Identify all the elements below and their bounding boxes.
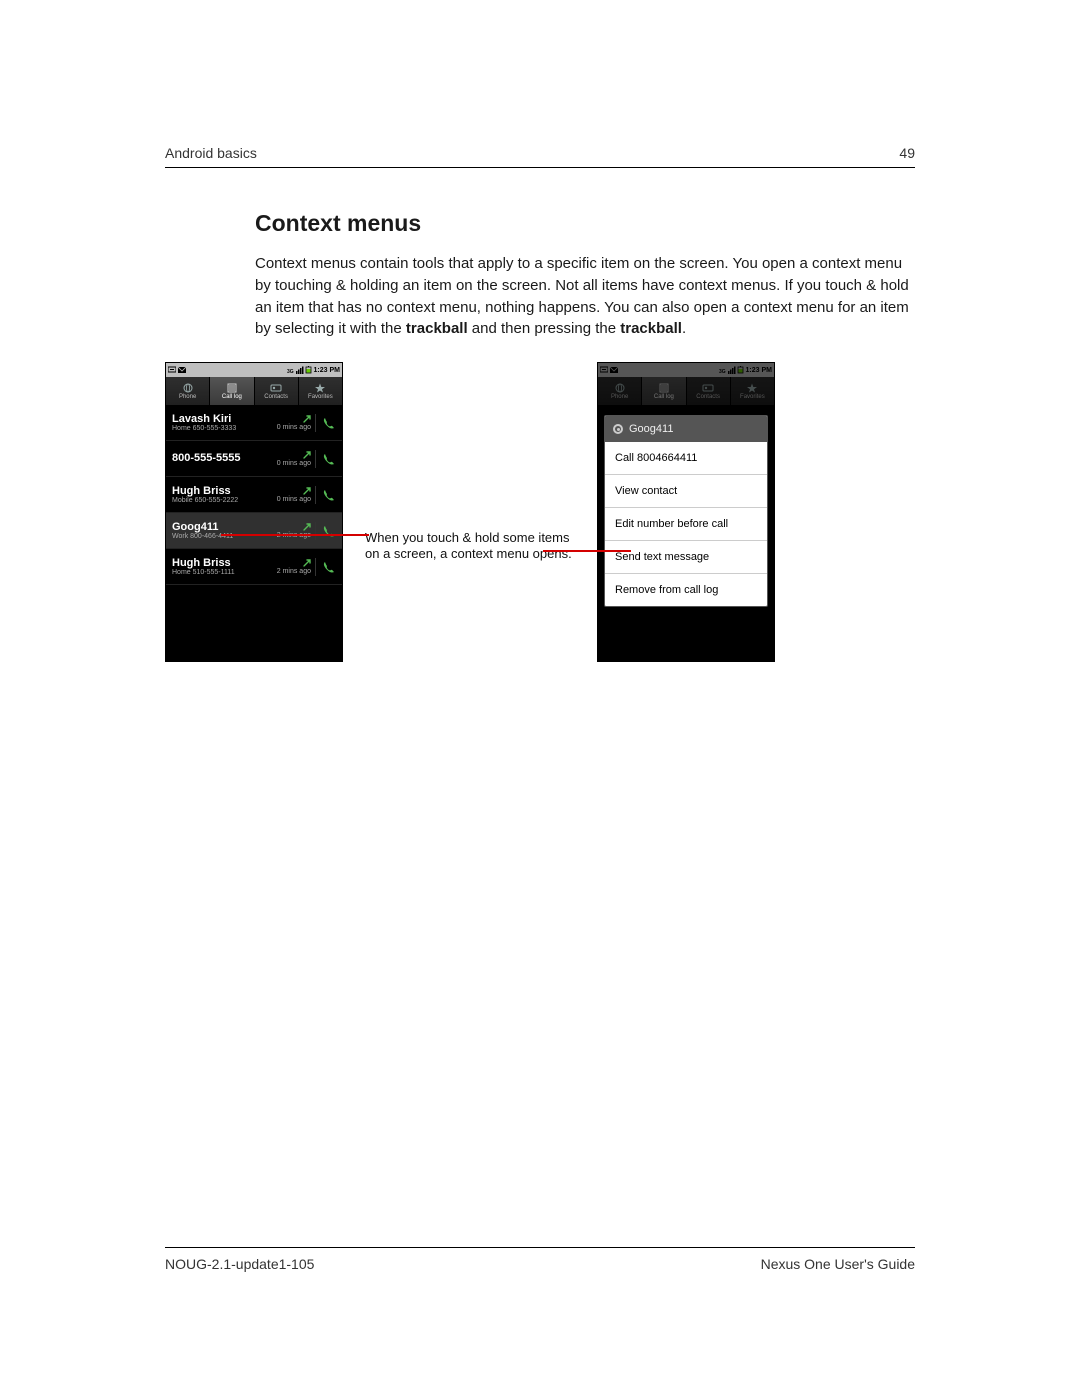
task-icon [600, 366, 608, 374]
network-3g-icon: 3G [719, 366, 727, 374]
tab-label: Call log [222, 394, 242, 400]
callout-leader-left [221, 534, 369, 536]
tab-label: Favorites [308, 394, 333, 400]
call-entry-subline: Home 650-555-3333 [172, 425, 277, 433]
tab-call-log[interactable]: Call log [642, 377, 686, 405]
body-paragraph: Context menus contain tools that apply t… [255, 253, 915, 340]
mail-icon [610, 366, 618, 374]
header-left: Android basics [165, 145, 257, 161]
call-log-row[interactable]: Hugh BrissMobile 650-555-22220 mins ago [166, 477, 342, 513]
footer-right: Nexus One User's Guide [761, 1256, 915, 1272]
call-log-list: Lavash KiriHome 650-555-33330 mins ago80… [166, 405, 342, 585]
running-footer: NOUG-2.1-update1-105 Nexus One User's Gu… [165, 1247, 915, 1272]
phone-screenshot-contextmenu: 3G 1:23 PM Phone Call log Contacts Favorite… [597, 362, 775, 662]
tab-contacts[interactable]: Contacts [255, 377, 299, 405]
outgoing-call-icon [302, 486, 312, 496]
call-entry-name: Lavash Kiri [172, 413, 277, 425]
dial-icon[interactable] [315, 558, 338, 576]
call-entry-name: 800-555-5555 [172, 452, 277, 464]
call-entry-subline: Home 510-555-1111 [172, 569, 277, 577]
tab-label: Contacts [264, 394, 288, 400]
callout-leader-right [543, 550, 631, 552]
status-time: 1:23 PM [314, 367, 340, 374]
card-icon [702, 383, 714, 393]
call-entry-name: Hugh Briss [172, 485, 277, 497]
tab-label: Phone [611, 394, 628, 400]
call-entry-name: Goog411 [172, 521, 277, 533]
call-entry-time: 2 mins ago [277, 568, 311, 575]
status-time: 1:23 PM [746, 367, 772, 374]
tab-label: Call log [654, 394, 674, 400]
context-menu-panel: Goog411 Call 8004664411View contactEdit … [604, 415, 768, 607]
tab-call-log[interactable]: Call log [210, 377, 254, 405]
page-number: 49 [899, 145, 915, 161]
phone-screenshot-calllog: 3G 1:23 PM Phone Call log Contacts Favorite… [165, 362, 343, 662]
outgoing-call-icon [302, 414, 312, 424]
context-menu-item[interactable]: View contact [605, 475, 767, 508]
status-bar: 3G 1:23 PM [598, 363, 774, 377]
star-icon [314, 383, 326, 393]
call-log-row[interactable]: Goog411Work 800-466-44112 mins ago [166, 513, 342, 549]
running-header: Android basics 49 [165, 145, 915, 168]
signal-icon [728, 366, 736, 374]
star-icon [746, 383, 758, 393]
outgoing-call-icon [302, 558, 312, 568]
call-entry-time: 0 mins ago [277, 460, 311, 467]
task-icon [168, 366, 176, 374]
tab-favorites[interactable]: Favorites [299, 377, 342, 405]
dial-icon[interactable] [315, 522, 338, 540]
tab-phone[interactable]: Phone [166, 377, 210, 405]
dial-icon[interactable] [315, 414, 338, 432]
tab-phone[interactable]: Phone [598, 377, 642, 405]
globe-icon [182, 383, 194, 393]
context-menu-item[interactable]: Remove from call log [605, 574, 767, 606]
tab-label: Contacts [696, 394, 720, 400]
call-log-row[interactable]: Hugh BrissHome 510-555-11112 mins ago [166, 549, 342, 585]
tab-contacts[interactable]: Contacts [687, 377, 731, 405]
card-icon [270, 383, 282, 393]
call-entry-time: 0 mins ago [277, 424, 311, 431]
outgoing-call-icon [302, 522, 312, 532]
svg-text:3G: 3G [287, 369, 294, 374]
context-menu-item[interactable]: Edit number before call [605, 508, 767, 541]
context-menu-title-row: Goog411 [605, 416, 767, 442]
call-entry-name: Hugh Briss [172, 557, 277, 569]
outgoing-call-icon [302, 450, 312, 460]
context-menu-item[interactable]: Send text message [605, 541, 767, 574]
status-bar: 3G 1:23 PM [166, 363, 342, 377]
svg-text:3G: 3G [719, 369, 726, 374]
figure-container: 3G 1:23 PM Phone Call log Contacts Favorite… [165, 362, 915, 672]
list-icon [658, 383, 670, 393]
context-menu-title: Goog411 [629, 423, 673, 435]
signal-icon [296, 366, 304, 374]
tab-row-dimmed: Phone Call log Contacts Favorites [598, 377, 774, 405]
battery-icon [737, 366, 745, 374]
list-icon [226, 383, 238, 393]
network-3g-icon: 3G [287, 366, 295, 374]
call-log-row[interactable]: 800-555-55550 mins ago [166, 441, 342, 477]
tab-favorites[interactable]: Favorites [731, 377, 774, 405]
tab-row: Phone Call log Contacts Favorites [166, 377, 342, 405]
contact-disc-icon [613, 424, 623, 434]
globe-icon [614, 383, 626, 393]
footer-left: NOUG-2.1-update1-105 [165, 1256, 314, 1272]
dial-icon[interactable] [315, 486, 338, 504]
call-entry-subline: Mobile 650-555-2222 [172, 497, 277, 505]
dial-icon[interactable] [315, 450, 338, 468]
call-log-row[interactable]: Lavash KiriHome 650-555-33330 mins ago [166, 405, 342, 441]
mail-icon [178, 366, 186, 374]
section-title: Context menus [255, 210, 915, 237]
tab-label: Favorites [740, 394, 765, 400]
callout-text: When you touch & hold some itemson a scr… [365, 530, 572, 563]
tab-label: Phone [179, 394, 196, 400]
context-menu-item[interactable]: Call 8004664411 [605, 442, 767, 475]
call-entry-time: 0 mins ago [277, 496, 311, 503]
battery-icon [305, 366, 313, 374]
